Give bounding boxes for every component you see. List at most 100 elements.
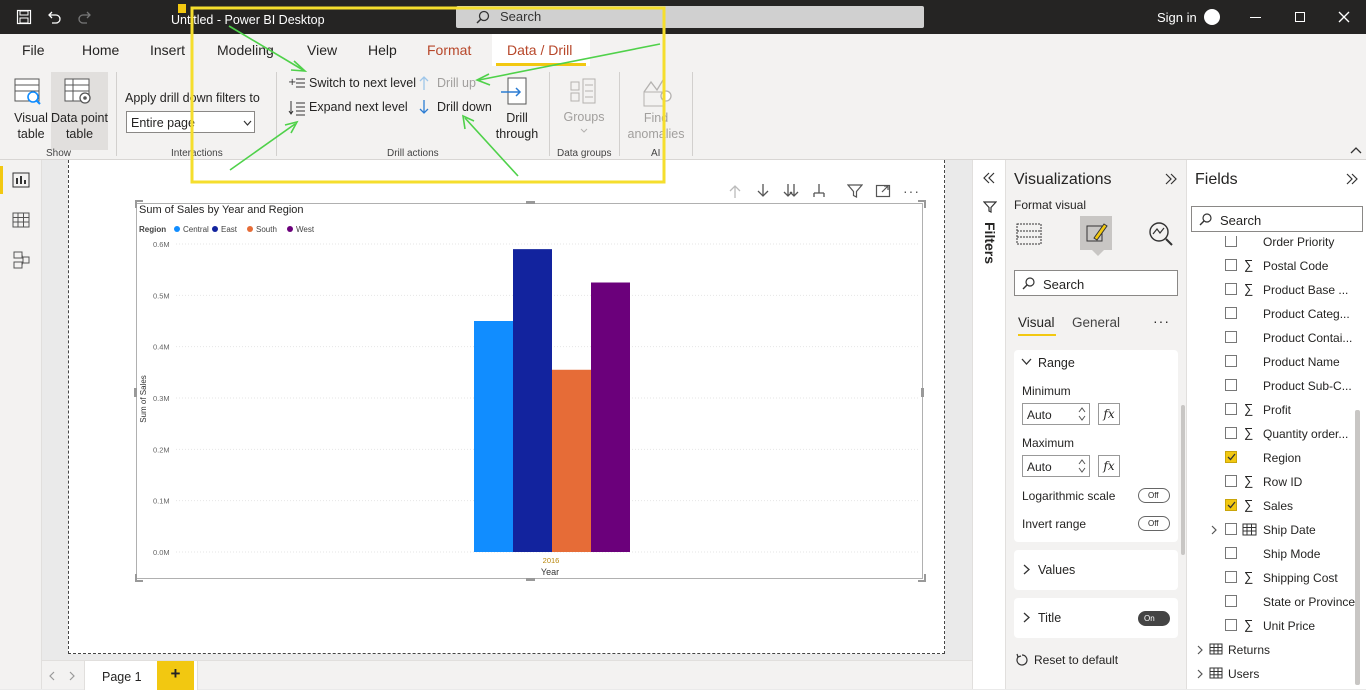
expand-next-level-button[interactable]: Expand next level <box>288 98 414 116</box>
field-item[interactable]: Ship Mode <box>1187 542 1357 566</box>
field-item[interactable]: ∑ Row ID <box>1187 470 1357 494</box>
field-item[interactable]: State or Province <box>1187 590 1357 614</box>
minimum-input[interactable]: Auto <box>1022 403 1090 425</box>
table-users[interactable]: Users <box>1187 662 1357 686</box>
tab-modeling[interactable]: Modeling <box>217 42 274 58</box>
tab-insert[interactable]: Insert <box>150 42 185 58</box>
tab-general[interactable]: General <box>1072 315 1120 330</box>
legend-label[interactable]: East <box>221 225 238 234</box>
bar-west[interactable] <box>591 282 630 553</box>
spinner-icon[interactable] <box>1077 406 1087 422</box>
invert-range-toggle[interactable]: Off <box>1138 516 1170 531</box>
field-item[interactable]: Product Name <box>1187 350 1357 374</box>
table-returns[interactable]: Returns <box>1187 638 1357 662</box>
field-item[interactable]: Product Contai... <box>1187 326 1357 350</box>
field-checkbox[interactable] <box>1225 619 1237 631</box>
tab-view[interactable]: View <box>307 42 337 58</box>
field-checkbox[interactable] <box>1225 499 1237 511</box>
title-card[interactable]: Title On <box>1014 598 1178 638</box>
field-item[interactable]: ∑ Sales <box>1187 494 1357 518</box>
tab-format[interactable]: Format <box>427 42 471 58</box>
data-view-icon[interactable] <box>12 212 30 228</box>
filters-pane[interactable]: Filters <box>972 160 1005 689</box>
focus-mode-icon[interactable] <box>875 183 891 199</box>
tab-file[interactable]: File <box>22 42 45 58</box>
expand-hierarchy-icon[interactable] <box>812 183 826 199</box>
analytics-icon[interactable] <box>1147 220 1175 248</box>
next-page-icon[interactable] <box>68 671 76 681</box>
title-toggle[interactable]: On <box>1138 611 1170 626</box>
chevron-right-icon[interactable] <box>1211 525 1218 535</box>
field-item[interactable]: Ship Date <box>1187 518 1357 542</box>
drill-up-header-icon[interactable] <box>728 183 742 199</box>
more-options-icon[interactable]: ··· <box>1153 313 1170 329</box>
visual-table-button[interactable]: Visual table <box>6 72 50 150</box>
sign-in-link[interactable]: Sign in <box>1157 10 1197 25</box>
field-checkbox[interactable] <box>1225 355 1237 367</box>
field-checkbox[interactable] <box>1225 259 1237 271</box>
field-checkbox[interactable] <box>1225 427 1237 439</box>
range-heading[interactable]: Range <box>1038 356 1075 370</box>
chevron-down-icon[interactable] <box>1021 358 1032 366</box>
save-icon[interactable] <box>16 9 32 25</box>
field-checkbox[interactable] <box>1225 523 1237 535</box>
minimize-icon[interactable] <box>1250 17 1261 18</box>
close-icon[interactable] <box>1338 11 1350 23</box>
drill-down-header-icon[interactable] <box>756 183 770 199</box>
field-item[interactable]: ∑ Unit Price <box>1187 614 1357 638</box>
legend-label[interactable]: Central <box>183 225 209 234</box>
field-checkbox[interactable] <box>1225 379 1237 391</box>
field-checkbox[interactable] <box>1225 547 1237 559</box>
undo-icon[interactable] <box>46 9 62 25</box>
apply-filters-select[interactable]: Entire page <box>126 111 255 133</box>
field-item[interactable]: Order Priority <box>1187 236 1357 254</box>
fields-search-input[interactable]: Search <box>1191 206 1363 232</box>
find-anomalies-button[interactable]: Find anomalies <box>625 74 687 146</box>
field-item[interactable]: ∑ Profit <box>1187 398 1357 422</box>
field-item[interactable]: Product Categ... <box>1187 302 1357 326</box>
filter-icon[interactable] <box>847 183 863 199</box>
go-to-next-level-icon[interactable] <box>783 183 799 199</box>
maximum-fx-button[interactable]: fx <box>1098 455 1120 477</box>
field-item[interactable]: ∑ Postal Code <box>1187 254 1357 278</box>
chevron-right-icon[interactable] <box>1197 645 1204 655</box>
field-item[interactable]: Region <box>1187 446 1357 470</box>
reset-to-default-link[interactable]: Reset to default <box>1034 653 1118 667</box>
field-item[interactable]: ∑ Product Base ... <box>1187 278 1357 302</box>
legend-label[interactable]: South <box>256 225 277 234</box>
values-card[interactable]: Values <box>1014 550 1178 590</box>
field-checkbox[interactable] <box>1225 283 1237 295</box>
prev-page-icon[interactable] <box>48 671 56 681</box>
field-checkbox[interactable] <box>1225 571 1237 583</box>
collapse-fields-icon[interactable] <box>1345 173 1359 185</box>
avatar[interactable] <box>1204 9 1220 25</box>
expand-filters-icon[interactable] <box>982 172 996 184</box>
collapse-viz-icon[interactable] <box>1164 173 1178 185</box>
chevron-right-icon[interactable] <box>1197 669 1204 679</box>
build-visual-icon[interactable] <box>1016 222 1042 246</box>
field-checkbox[interactable] <box>1225 331 1237 343</box>
bar-east[interactable] <box>513 249 552 552</box>
field-checkbox[interactable] <box>1225 236 1237 247</box>
drill-down-button[interactable]: Drill down <box>418 98 496 116</box>
redo-icon[interactable] <box>77 9 93 25</box>
viz-search-input[interactable]: Search <box>1014 270 1178 296</box>
log-scale-toggle[interactable]: Off <box>1138 488 1170 503</box>
drill-up-button[interactable]: Drill up <box>418 74 486 92</box>
field-checkbox[interactable] <box>1225 451 1237 463</box>
bar-south[interactable] <box>552 369 591 552</box>
add-page-button[interactable]: + <box>157 661 194 690</box>
restore-icon[interactable] <box>1295 12 1305 22</box>
switch-next-level-button[interactable]: + Switch to next level <box>288 74 416 92</box>
groups-button[interactable]: Groups <box>560 74 608 140</box>
field-item[interactable]: ∑ Shipping Cost <box>1187 566 1357 590</box>
more-options-icon[interactable]: ··· <box>903 183 920 199</box>
bar-central[interactable] <box>474 321 513 552</box>
collapse-ribbon-icon[interactable] <box>1350 146 1362 154</box>
tab-visual[interactable]: Visual <box>1018 315 1055 330</box>
drill-through-button[interactable]: Drill through <box>494 74 540 146</box>
tab-home[interactable]: Home <box>82 42 119 58</box>
model-view-icon[interactable] <box>12 251 30 269</box>
search-input[interactable]: Search <box>456 6 924 28</box>
maximum-input[interactable]: Auto <box>1022 455 1090 477</box>
